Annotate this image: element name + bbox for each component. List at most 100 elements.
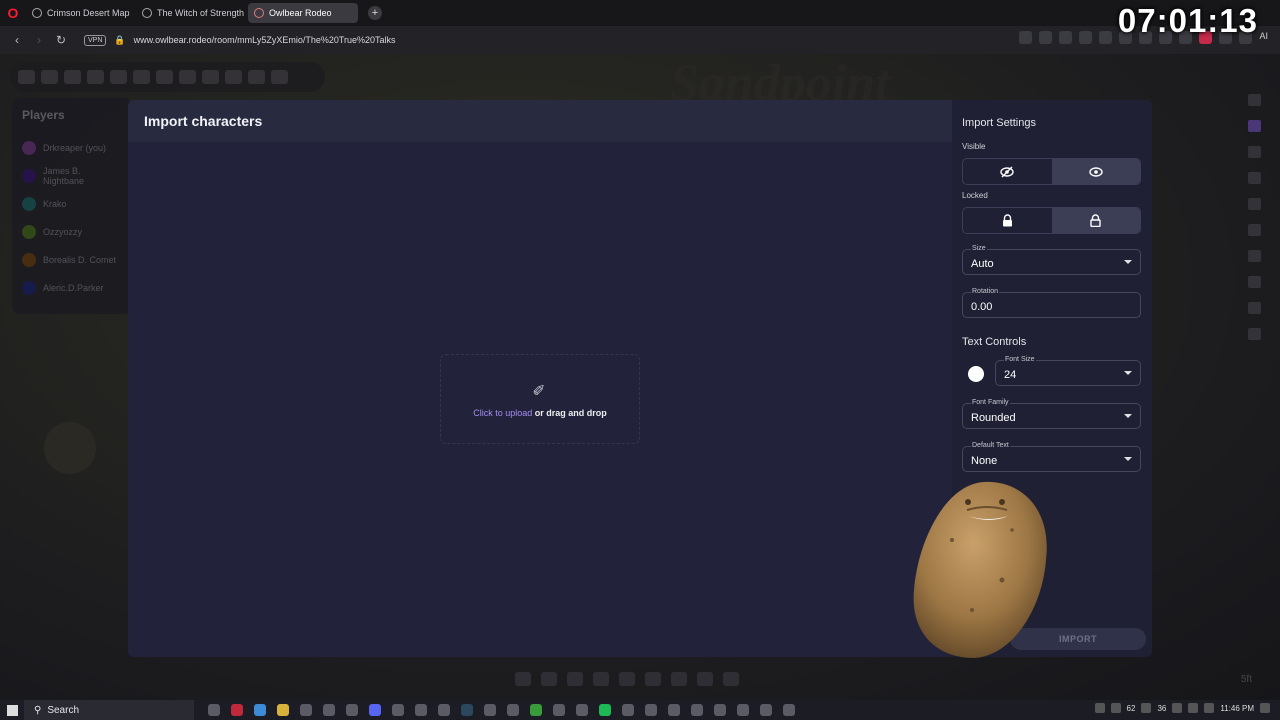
locked-option[interactable] <box>963 208 1052 233</box>
font-family-value: Rounded <box>971 412 1016 424</box>
tab-label: The Witch of Strength | Fa <box>157 8 244 18</box>
file-explorer-icon[interactable] <box>277 704 289 716</box>
rotation-input[interactable]: Rotation 0.00 <box>962 288 1141 318</box>
new-tab-button[interactable]: + <box>368 6 382 20</box>
forward-icon[interactable]: › <box>28 29 50 51</box>
font-size-label: Font Size <box>1004 356 1036 363</box>
unlocked-option[interactable] <box>1051 208 1140 233</box>
app-icon[interactable] <box>737 704 749 716</box>
address-bar: ‹ › ↻ VPN 🔒 www.owlbear.rodeo/room/mmLy5… <box>0 26 1280 54</box>
chrome-icon[interactable] <box>254 704 266 716</box>
app-icon[interactable] <box>392 704 404 716</box>
edit-icon[interactable] <box>1039 31 1053 44</box>
camera-icon[interactable] <box>1059 31 1073 44</box>
upload-dropzone[interactable]: ✏ Click to upload or drag and drop <box>440 354 640 444</box>
dialog-main-area: ✏ Click to upload or drag and drop <box>128 142 952 657</box>
text-color-swatch[interactable] <box>968 366 984 382</box>
volume-icon[interactable] <box>1204 703 1215 713</box>
caret-down-icon <box>1124 260 1132 264</box>
tab-label: Crimson Desert Map | Ma <box>47 8 132 18</box>
app-icon[interactable] <box>323 704 335 716</box>
cpu-icon[interactable] <box>1141 703 1152 713</box>
app-icon[interactable] <box>576 704 588 716</box>
visible-label: Visible <box>962 142 986 151</box>
upload-link[interactable]: Click to upload <box>473 408 532 418</box>
app-icon[interactable] <box>622 704 634 716</box>
lock-icon[interactable]: 🔒 <box>114 35 125 46</box>
potato-webcam-overlay <box>913 481 1047 658</box>
system-tray: 62 36 11:46 PM <box>1094 703 1270 713</box>
tab-witch-of-strength[interactable]: The Witch of Strength | Fa <box>136 3 244 23</box>
task-view-icon[interactable] <box>208 704 220 716</box>
eye-off-icon <box>1000 166 1014 177</box>
caret-down-icon <box>1124 414 1132 418</box>
steam-icon[interactable] <box>461 704 473 716</box>
visible-toggle <box>962 158 1141 185</box>
search-icon: ⚲ <box>34 704 42 716</box>
back-icon[interactable]: ‹ <box>6 29 28 51</box>
tab-favicon-icon <box>254 8 264 18</box>
app-icon[interactable] <box>645 704 657 716</box>
rotation-value: 0.00 <box>971 301 993 313</box>
spotify-icon[interactable] <box>599 704 611 716</box>
chevron-up-icon[interactable] <box>1094 703 1105 713</box>
steam-tray-icon[interactable] <box>1110 703 1121 713</box>
default-text-label: Default Text <box>971 442 1010 449</box>
caret-down-icon <box>1124 457 1132 461</box>
tab-favicon-icon <box>142 8 152 18</box>
default-text-select[interactable]: Default Text None <box>962 442 1141 472</box>
app-icon[interactable] <box>553 704 565 716</box>
ai-button[interactable]: AI <box>1259 31 1268 44</box>
font-size-select[interactable]: Font Size 24 <box>995 356 1141 386</box>
monitor-icon[interactable] <box>1172 703 1183 713</box>
locked-label: Locked <box>962 191 988 200</box>
caret-down-icon <box>1124 371 1132 375</box>
upload-rest-text: or drag and drop <box>532 408 607 418</box>
url-field[interactable]: www.owlbear.rodeo/room/mmLy5ZyXEmio/The%… <box>134 35 396 45</box>
app-icon[interactable] <box>346 704 358 716</box>
app-icon[interactable] <box>438 704 450 716</box>
dialog-header: Import characters <box>128 100 952 142</box>
tab-label: Owlbear Rodeo <box>269 8 332 18</box>
lock-open-icon <box>1090 214 1101 227</box>
notification-icon[interactable] <box>1260 703 1270 713</box>
app-icon[interactable] <box>714 704 726 716</box>
vpn-badge[interactable]: VPN <box>84 34 107 46</box>
tab-favicon-icon <box>32 8 42 18</box>
app-icon[interactable] <box>760 704 772 716</box>
app-icon[interactable] <box>668 704 680 716</box>
font-family-select[interactable]: Font Family Rounded <box>962 399 1141 429</box>
reload-icon[interactable]: ↻ <box>50 29 72 51</box>
rotation-label: Rotation <box>971 288 1000 295</box>
app-icon[interactable] <box>415 704 427 716</box>
discord-icon[interactable] <box>369 704 381 716</box>
text-controls-title: Text Controls <box>962 336 1027 348</box>
play-icon[interactable] <box>1099 31 1113 44</box>
tab-crimson-desert[interactable]: Crimson Desert Map | Ma <box>26 3 132 23</box>
app-icon[interactable] <box>484 704 496 716</box>
eye-icon <box>1089 166 1103 177</box>
app-icon[interactable] <box>300 704 312 716</box>
hidden-option[interactable] <box>963 159 1052 184</box>
network-icon[interactable] <box>1188 703 1199 713</box>
windows-taskbar: ⚲ Search 62 36 11:46 PM <box>0 700 1280 720</box>
tab-owlbear-rodeo[interactable]: Owlbear Rodeo <box>248 3 358 23</box>
opera-icon[interactable] <box>231 704 243 716</box>
size-select[interactable]: Size Auto <box>962 245 1141 275</box>
tray-number: 62 <box>1126 703 1136 713</box>
xbox-icon[interactable] <box>530 704 542 716</box>
taskbar-time: 11:46 PM <box>1220 703 1254 713</box>
visible-option[interactable] <box>1051 159 1140 184</box>
font-family-label: Font Family <box>971 399 1010 406</box>
app-icon[interactable] <box>691 704 703 716</box>
app-icon[interactable] <box>507 704 519 716</box>
taskbar-search[interactable]: ⚲ Search <box>24 700 194 720</box>
default-text-value: None <box>971 455 998 467</box>
app-icon[interactable] <box>783 704 795 716</box>
smiley-icon[interactable] <box>1019 31 1033 44</box>
shield-icon[interactable] <box>1079 31 1093 44</box>
windows-start-icon[interactable] <box>0 700 24 720</box>
locked-toggle <box>962 207 1141 234</box>
opera-menu-icon[interactable]: O <box>0 0 26 26</box>
font-size-value: 24 <box>1004 369 1017 381</box>
